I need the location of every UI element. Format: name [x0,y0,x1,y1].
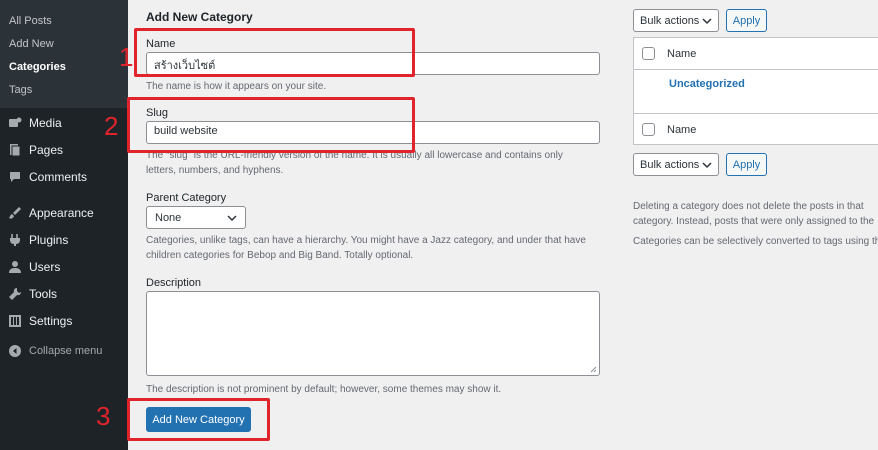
plugins-icon [8,233,22,247]
select-all-checkbox-footer[interactable] [642,123,655,136]
menu-item-users[interactable]: Users [0,254,128,280]
chevron-down-icon [702,161,712,168]
menu-item-label: Tools [29,287,58,301]
resize-grip-icon[interactable] [590,366,597,373]
description-textarea[interactable] [146,291,600,376]
name-help-text: The name is how it appears on your site. [146,81,327,92]
bulk-actions-label: Bulk actions [640,14,700,27]
parent-category-help-text: Categories, unlike tags, can have a hier… [146,235,586,261]
menu-item-label: Media [29,116,62,130]
submenu-tags[interactable]: Tags [0,79,128,102]
media-icon [8,116,22,130]
delete-category-note: Deleting a category does not delete the … [633,201,875,227]
menu-item-label: Pages [29,143,64,157]
menu-item-tools[interactable]: Tools [0,281,128,307]
table-footer: Name [634,113,878,145]
annotation-box-submit [127,398,270,441]
chevron-down-icon [227,214,237,221]
annotation-box-slug [127,97,415,153]
parent-category-label: Parent Category [146,192,227,204]
apply-button-top[interactable]: Apply [726,9,767,32]
menu-item-settings[interactable]: Settings [0,308,128,334]
submenu-all-posts[interactable]: All Posts [0,10,128,33]
annotation-number-2: 2 [104,111,119,141]
category-link-uncategorized[interactable]: Uncategorized [669,78,745,90]
admin-sidebar: All Posts Add New Categories Tags Media … [0,0,128,450]
menu-item-appearance[interactable]: Appearance [0,200,128,226]
chevron-down-icon [702,17,712,24]
users-icon [8,260,22,274]
table-header: Name [634,38,878,70]
submenu-add-new[interactable]: Add New [0,33,128,56]
menu-item-label: Users [29,260,61,274]
menu-item-plugins[interactable]: Plugins [0,227,128,253]
parent-category-select[interactable]: None [146,206,246,229]
posts-submenu: All Posts Add New Categories Tags [0,0,128,108]
comments-icon [8,170,22,184]
menu-item-label: Plugins [29,233,69,247]
parent-category-value: None [155,211,182,224]
annotation-box-name [134,28,415,77]
bulk-actions-select-top[interactable]: Bulk actions [633,9,719,32]
tools-icon [8,287,22,301]
form-title: Add New Category [146,10,253,24]
bulk-actions-label: Bulk actions [640,158,700,171]
menu-item-label: Collapse menu [29,345,103,357]
menu-item-comments[interactable]: Comments [0,164,128,190]
submenu-categories[interactable]: Categories [0,56,128,79]
collapse-icon [8,344,22,358]
description-help-text: The description is not prominent by defa… [146,384,502,395]
menu-item-label: Settings [29,314,73,328]
collapse-menu-button[interactable]: Collapse menu [0,338,128,364]
annotation-number-1: 1 [119,42,134,72]
select-all-checkbox[interactable] [642,47,655,60]
column-footer-name[interactable]: Name [667,124,696,136]
description-label: Description [146,277,202,289]
settings-icon [8,314,22,328]
menu-item-label: Comments [29,170,88,184]
apply-button-bottom[interactable]: Apply [726,153,767,176]
categories-table: Name Uncategorized Name [633,37,878,145]
pages-icon [8,143,22,157]
annotation-number-3: 3 [96,401,111,431]
column-header-name[interactable]: Name [667,48,696,60]
categories-list-panel: Bulk actions Apply Name Uncategorized Na… [633,0,878,450]
bulk-actions-select-bottom[interactable]: Bulk actions [633,153,719,176]
appearance-icon [8,206,22,220]
menu-item-label: Appearance [29,206,94,220]
convert-tags-note: Categories can be selectively converted … [633,236,878,247]
